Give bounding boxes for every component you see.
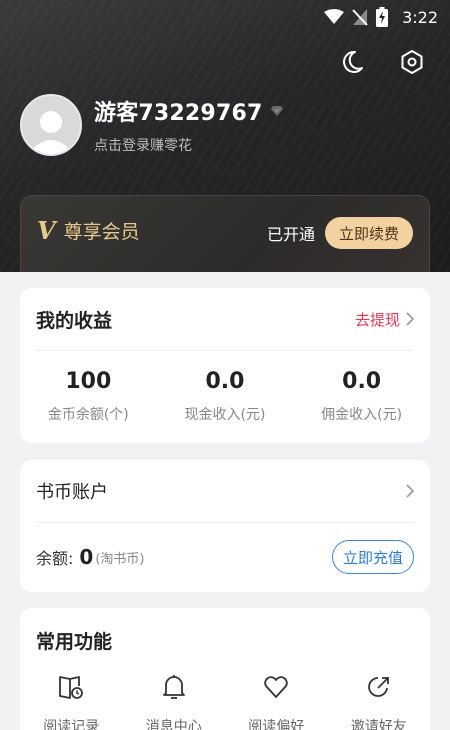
earnings-title: 我的收益 [36, 309, 113, 332]
earnings-card: 我的收益 去提现 100 金币余额(个) 0.0 现金收入(元) 0.0 佣金收… [20, 288, 430, 443]
battery-charging-icon [376, 7, 389, 27]
stat-label: 金币余额(个) [47, 407, 129, 423]
function-label: 阅读记录 [43, 719, 100, 730]
night-mode-moon-icon[interactable] [336, 46, 368, 78]
chevron-right-icon [406, 312, 414, 326]
heart-icon [261, 672, 291, 702]
login-hint[interactable]: 点击登录赚零花 [94, 135, 284, 155]
status-bar: 3:22 [0, 0, 450, 34]
wifi-icon [324, 9, 345, 25]
withdraw-label: 去提现 [354, 310, 400, 329]
common-functions-card: 常用功能 阅读记录 消息中心 阅读偏好 邀请好友 [20, 608, 430, 730]
reading-history-icon [56, 672, 86, 702]
vip-membership-card[interactable]: V 尊享会员 已开通 立即续费 [20, 195, 430, 272]
book-coin-detail-link[interactable] [406, 484, 414, 498]
status-time: 3:22 [402, 7, 438, 27]
functions-title: 常用功能 [36, 630, 113, 653]
bell-icon [159, 672, 189, 702]
stat-label: 现金收入(元) [184, 407, 266, 423]
function-invite-friends[interactable]: 邀请好友 [328, 672, 431, 730]
function-reading-preference[interactable]: 阅读偏好 [225, 672, 328, 730]
book-coin-account-header[interactable]: 书币账户 [20, 460, 430, 522]
book-coin-title: 书币账户 [36, 482, 108, 503]
stat-commission-income[interactable]: 0.0 佣金收入(元) [294, 369, 429, 424]
recharge-button[interactable]: 立即充值 [331, 540, 414, 574]
stat-value: 0.0 [205, 369, 245, 394]
diamond-rank-icon [270, 105, 284, 117]
function-label: 阅读偏好 [248, 719, 305, 730]
balance-value: 0 [79, 545, 94, 569]
stat-cash-income[interactable]: 0.0 现金收入(元) [157, 369, 292, 424]
withdraw-link[interactable]: 去提现 [355, 309, 414, 330]
share-icon [364, 672, 394, 702]
function-label: 消息中心 [145, 719, 202, 730]
vip-logo-icon: V [37, 216, 56, 245]
balance-unit: (淘书币) [95, 551, 145, 567]
profile-header: 3:22 游客73229767 点击登录赚零花 V 尊享会员 已开通 立即续费 [0, 0, 450, 272]
function-reading-history[interactable]: 阅读记录 [20, 672, 123, 730]
balance-label: 余额: [36, 549, 74, 568]
avatar[interactable] [20, 94, 82, 156]
renew-button[interactable]: 立即续费 [324, 217, 413, 249]
vip-title: 尊享会员 [63, 221, 140, 243]
user-profile[interactable]: 游客73229767 点击登录赚零花 [20, 94, 284, 156]
vip-status: 已开通 [266, 225, 315, 244]
signal-off-icon [352, 8, 368, 26]
username: 游客73229767 [94, 101, 263, 126]
stat-value: 100 [65, 369, 112, 394]
settings-gear-icon[interactable] [396, 46, 428, 78]
stat-coin-balance[interactable]: 100 金币余额(个) [21, 369, 156, 424]
stat-value: 0.0 [342, 369, 382, 394]
chevron-right-icon [406, 484, 414, 498]
function-label: 邀请好友 [350, 719, 407, 730]
stat-label: 佣金收入(元) [321, 407, 403, 423]
book-coin-account-card: 书币账户 余额: 0 (淘书币) 立即充值 [20, 460, 430, 592]
function-message-center[interactable]: 消息中心 [123, 672, 226, 730]
